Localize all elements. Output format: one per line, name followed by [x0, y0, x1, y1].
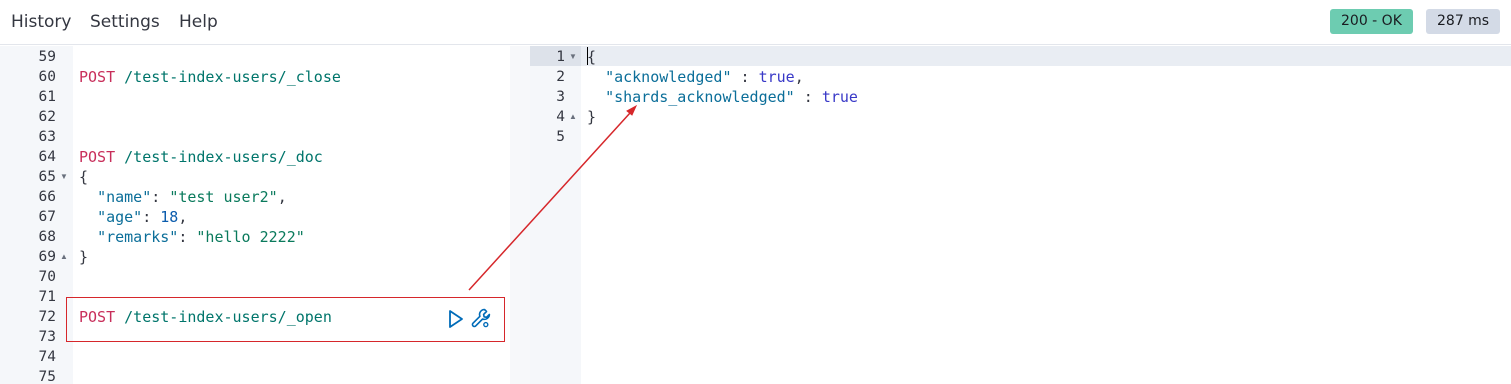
- line-number: 65: [38, 169, 56, 185]
- response-time-badge: 287 ms: [1426, 9, 1501, 34]
- json-brace: }: [79, 248, 89, 266]
- panel-resizer[interactable]: [510, 46, 530, 384]
- response-field-shards-acknowledged: "shards_acknowledged" : true: [605, 88, 858, 106]
- line-number: 66: [38, 189, 56, 205]
- line-number: 67: [38, 209, 56, 225]
- json-value: "test user2": [169, 188, 278, 206]
- json-value: true: [821, 88, 858, 106]
- menu-history[interactable]: History: [11, 12, 71, 32]
- text-cursor: [587, 47, 588, 65]
- json-key: "age": [97, 208, 143, 226]
- json-key: "name": [97, 188, 152, 206]
- line-number: 60: [38, 69, 56, 85]
- line-number: 61: [38, 89, 56, 105]
- request-path: /test-index-users/_close: [124, 68, 341, 86]
- json-key: "remarks": [97, 228, 179, 246]
- line-number: 72: [38, 309, 56, 325]
- line-number: 73: [38, 329, 56, 345]
- json-value: 18: [160, 208, 179, 226]
- menu-settings[interactable]: Settings: [90, 12, 160, 32]
- line-number: 1: [556, 49, 565, 65]
- json-brace: {: [587, 48, 597, 66]
- line-number: 69: [38, 249, 56, 265]
- line-number: 2: [556, 69, 565, 85]
- json-brace: {: [79, 168, 89, 186]
- json-value: "hello 2222": [196, 228, 305, 246]
- fold-caret-icon[interactable]: ▲: [60, 247, 68, 267]
- line-number: 68: [38, 229, 56, 245]
- wrench-icon[interactable]: [470, 307, 491, 329]
- line-number: 5: [556, 129, 565, 145]
- http-method: POST: [79, 68, 116, 86]
- active-line-highlight: [581, 46, 1511, 66]
- play-icon[interactable]: [446, 308, 466, 330]
- line-number: 71: [38, 289, 56, 305]
- menu-help[interactable]: Help: [179, 12, 218, 32]
- http-method: POST: [79, 148, 116, 166]
- selected-request-highlight: [66, 297, 505, 342]
- fold-caret-icon[interactable]: ▼: [60, 167, 68, 187]
- status-badge: 200 - OK: [1330, 9, 1413, 34]
- response-field-acknowledged: "acknowledged" : true,: [605, 68, 804, 86]
- line-number: 64: [38, 149, 56, 165]
- json-field-remarks: "remarks": "hello 2222": [97, 228, 305, 246]
- fold-caret-icon[interactable]: ▼: [569, 47, 577, 67]
- json-value: true: [758, 68, 795, 86]
- line-number: 59: [38, 49, 56, 65]
- json-key: "shards_acknowledged": [605, 88, 795, 106]
- json-field-name: "name": "test user2",: [97, 188, 287, 206]
- line-number: 62: [38, 109, 56, 125]
- json-key: "acknowledged": [605, 68, 732, 86]
- console-top-bar: History Settings Help 200 - OK 287 ms: [0, 0, 1511, 45]
- request-line-close: POST /test-index-users/_close: [79, 67, 341, 87]
- line-number: 4: [556, 109, 565, 125]
- request-path: /test-index-users/_doc: [124, 148, 323, 166]
- fold-caret-icon[interactable]: ▲: [569, 107, 577, 127]
- json-field-age: "age": 18,: [97, 208, 188, 226]
- line-number: 70: [38, 269, 56, 285]
- line-number: 63: [38, 129, 56, 145]
- json-brace: }: [587, 108, 597, 126]
- line-number: 75: [38, 369, 56, 384]
- line-number: 74: [38, 349, 56, 365]
- line-number: 3: [556, 89, 565, 105]
- request-line-doc: POST /test-index-users/_doc: [79, 147, 323, 167]
